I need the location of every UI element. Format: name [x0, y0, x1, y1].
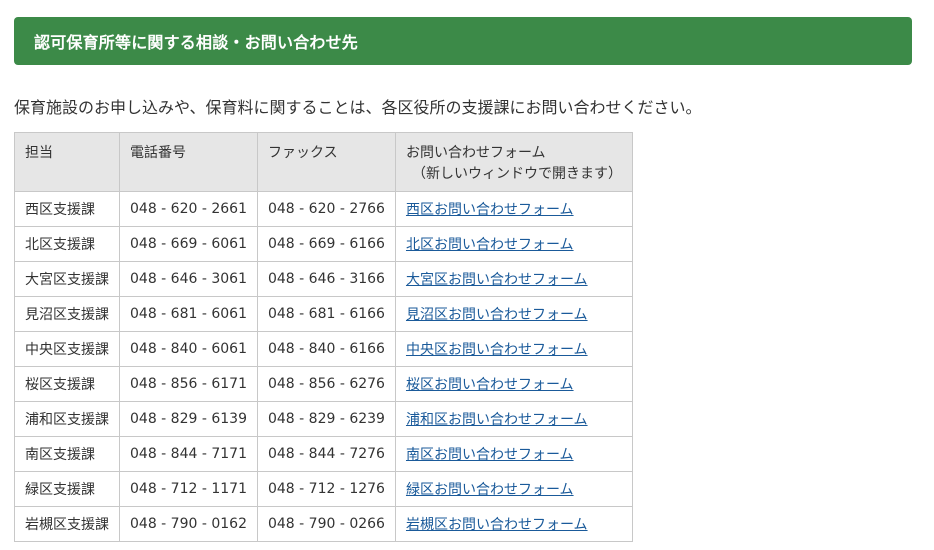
table-row: 南区支援課 048 - 844 - 7171 048 - 844 - 7276 … [14, 436, 633, 472]
contact-form-link[interactable]: 南区お問い合わせフォーム [406, 447, 574, 463]
table-row: 北区支援課 048 - 669 - 6061 048 - 669 - 6166 … [14, 226, 633, 262]
table-row: 見沼区支援課 048 - 681 - 6061 048 - 681 - 6166… [14, 296, 633, 332]
contact-table: 担当 電話番号 ファックス お問い合わせフォーム （新しいウィンドウで開きます）… [14, 132, 633, 542]
office-cell: 南区支援課 [14, 436, 120, 472]
contact-form-link[interactable]: 岩槻区お問い合わせフォーム [406, 517, 588, 533]
phone-cell: 048 - 829 - 6139 [119, 401, 258, 437]
table-row: 西区支援課 048 - 620 - 2661 048 - 620 - 2766 … [14, 191, 633, 227]
section-title: 認可保育所等に関する相談・お問い合わせ先 [34, 33, 359, 52]
table-row: 緑区支援課 048 - 712 - 1171 048 - 712 - 1276 … [14, 471, 633, 507]
form-cell: 桜区お問い合わせフォーム [394, 366, 633, 402]
phone-cell: 048 - 620 - 2661 [119, 191, 258, 227]
contact-form-link[interactable]: 緑区お問い合わせフォーム [406, 482, 574, 498]
fax-cell: 048 - 712 - 1276 [256, 471, 396, 507]
fax-cell: 048 - 840 - 6166 [256, 331, 396, 367]
table-row: 岩槻区支援課 048 - 790 - 0162 048 - 790 - 0266… [14, 506, 633, 542]
contact-form-link[interactable]: 浦和区お問い合わせフォーム [406, 412, 588, 428]
fax-cell: 048 - 620 - 2766 [256, 191, 396, 227]
form-cell: 岩槻区お問い合わせフォーム [394, 506, 633, 542]
table-header-row: 担当 電話番号 ファックス お問い合わせフォーム （新しいウィンドウで開きます） [14, 132, 633, 192]
fax-cell: 048 - 856 - 6276 [256, 366, 396, 402]
fax-cell: 048 - 829 - 6239 [256, 401, 396, 437]
office-cell: 大宮区支援課 [14, 261, 120, 297]
office-cell: 桜区支援課 [14, 366, 120, 402]
form-cell: 北区お問い合わせフォーム [394, 226, 633, 262]
office-cell: 岩槻区支援課 [14, 506, 120, 542]
fax-cell: 048 - 646 - 3166 [256, 261, 396, 297]
contact-form-link[interactable]: 桜区お問い合わせフォーム [406, 377, 574, 393]
table-row: 中央区支援課 048 - 840 - 6061 048 - 840 - 6166… [14, 331, 633, 367]
form-cell: 緑区お問い合わせフォーム [394, 471, 633, 507]
form-cell: 中央区お問い合わせフォーム [394, 331, 633, 367]
form-cell: 西区お問い合わせフォーム [394, 191, 633, 227]
header-phone: 電話番号 [119, 132, 258, 192]
section-header: 認可保育所等に関する相談・お問い合わせ先 [14, 17, 912, 65]
contact-form-link[interactable]: 中央区お問い合わせフォーム [406, 342, 588, 358]
header-form: お問い合わせフォーム （新しいウィンドウで開きます） [394, 132, 633, 192]
office-cell: 北区支援課 [14, 226, 120, 262]
office-cell: 西区支援課 [14, 191, 120, 227]
fax-cell: 048 - 790 - 0266 [256, 506, 396, 542]
table-row: 浦和区支援課 048 - 829 - 6139 048 - 829 - 6239… [14, 401, 633, 437]
header-office: 担当 [14, 132, 120, 192]
office-cell: 浦和区支援課 [14, 401, 120, 437]
header-fax: ファックス [256, 132, 396, 192]
office-cell: 見沼区支援課 [14, 296, 120, 332]
form-cell: 浦和区お問い合わせフォーム [394, 401, 633, 437]
phone-cell: 048 - 790 - 0162 [119, 506, 258, 542]
phone-cell: 048 - 840 - 6061 [119, 331, 258, 367]
fax-cell: 048 - 669 - 6166 [256, 226, 396, 262]
phone-cell: 048 - 646 - 3061 [119, 261, 258, 297]
header-form-label: お問い合わせフォーム [405, 145, 546, 161]
table-row: 大宮区支援課 048 - 646 - 3061 048 - 646 - 3166… [14, 261, 633, 297]
contact-form-link[interactable]: 見沼区お問い合わせフォーム [406, 307, 588, 323]
table-row: 桜区支援課 048 - 856 - 6171 048 - 856 - 6276 … [14, 366, 633, 402]
office-cell: 中央区支援課 [14, 331, 120, 367]
form-cell: 見沼区お問い合わせフォーム [394, 296, 633, 332]
form-cell: 南区お問い合わせフォーム [394, 436, 633, 472]
header-form-note: （新しいウィンドウで開きます） [411, 166, 622, 182]
phone-cell: 048 - 856 - 6171 [119, 366, 258, 402]
contact-form-link[interactable]: 西区お問い合わせフォーム [406, 202, 574, 218]
fax-cell: 048 - 681 - 6166 [256, 296, 396, 332]
phone-cell: 048 - 681 - 6061 [119, 296, 258, 332]
form-cell: 大宮区お問い合わせフォーム [394, 261, 633, 297]
office-cell: 緑区支援課 [14, 471, 120, 507]
contact-form-link[interactable]: 大宮区お問い合わせフォーム [406, 272, 588, 288]
page: 認可保育所等に関する相談・お問い合わせ先 保育施設のお申し込みや、保育料に関する… [0, 0, 934, 550]
phone-cell: 048 - 712 - 1171 [119, 471, 258, 507]
contact-form-link[interactable]: 北区お問い合わせフォーム [406, 237, 574, 253]
intro-text: 保育施設のお申し込みや、保育料に関することは、各区役所の支援課にお問い合わせくだ… [14, 98, 702, 117]
fax-cell: 048 - 844 - 7276 [256, 436, 396, 472]
phone-cell: 048 - 844 - 7171 [119, 436, 258, 472]
phone-cell: 048 - 669 - 6061 [119, 226, 258, 262]
